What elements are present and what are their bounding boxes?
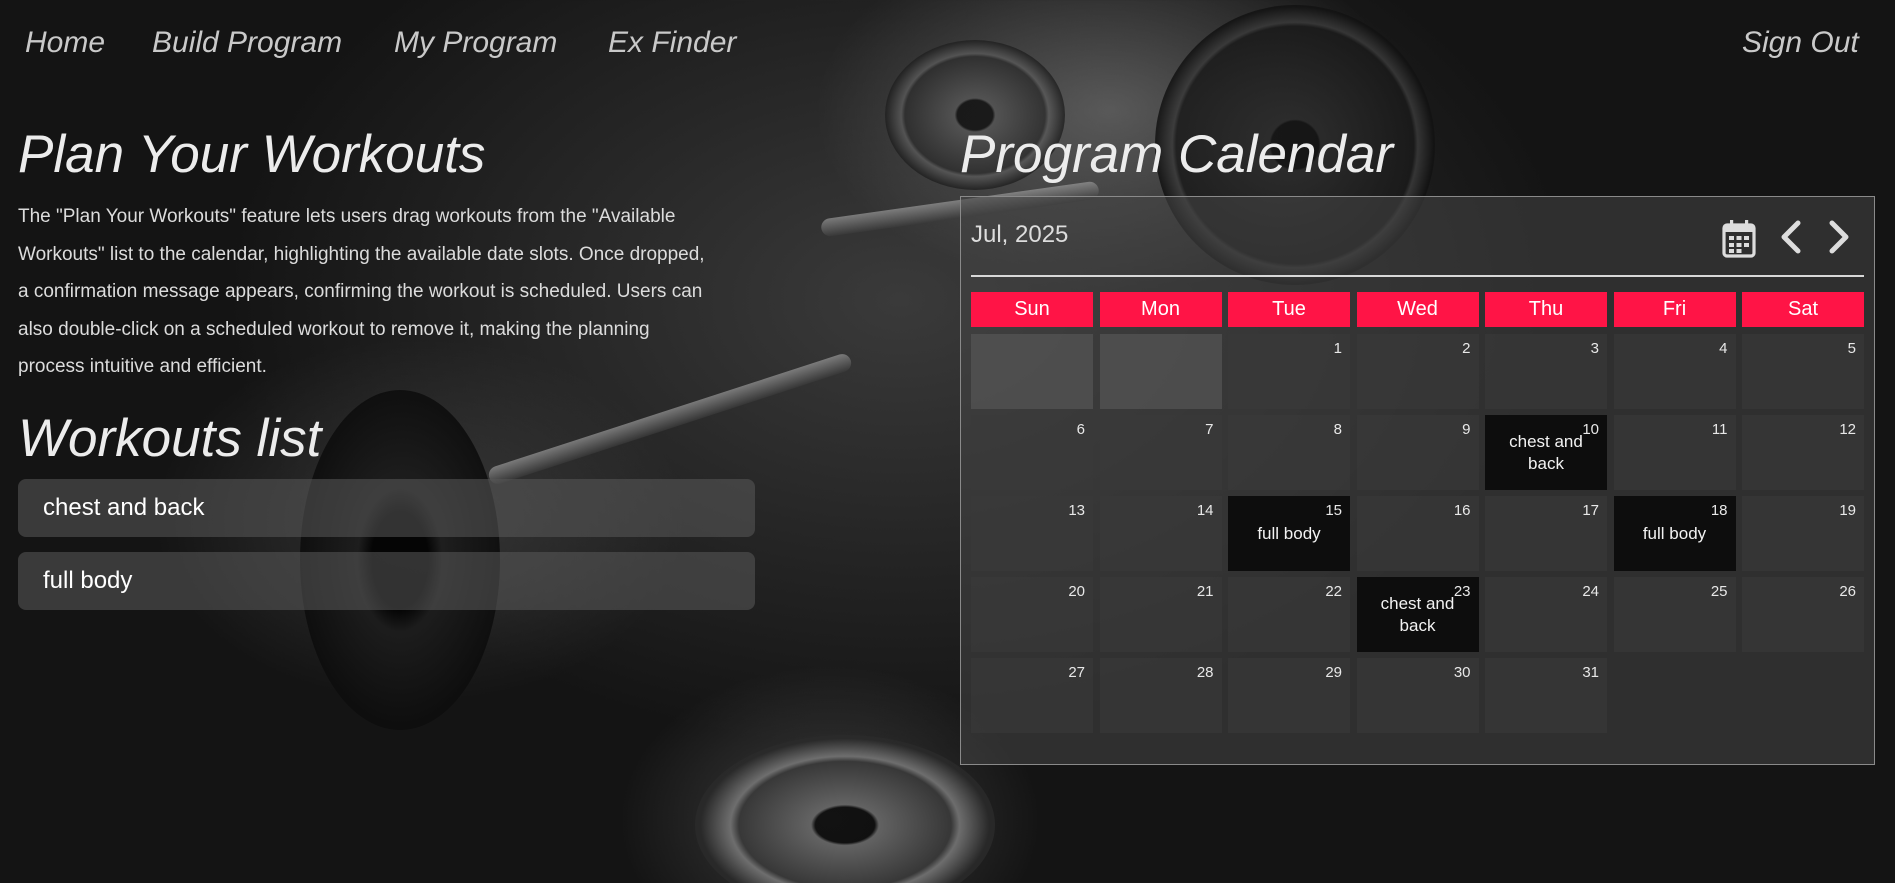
day-number: 21 [1196,583,1214,600]
calendar-day-cell[interactable]: chest and back 10 [1485,415,1607,490]
workout-item-chest-and-back[interactable]: chest and back [18,479,755,537]
calendar-day-cell[interactable]: 25 [1613,577,1736,652]
calendar-day-cell[interactable]: 30 [1356,658,1479,733]
program-calendar: Jul, 2025 Sun Mon Tue Wed Thu Fri Sat 12345678… [960,196,1875,765]
day-number: 6 [1076,421,1085,438]
day-number: 20 [1068,583,1085,600]
day-number: 23 [1453,583,1471,600]
weekday-header-thu: Thu [1485,292,1607,327]
calendar-day-cell[interactable]: 31 [1485,658,1607,733]
weekday-header-wed: Wed [1356,292,1479,327]
day-number: 1 [1333,340,1342,357]
calendar-day-cell[interactable]: 6 [971,415,1093,490]
workout-item-full-body[interactable]: full body [18,552,755,610]
day-number: 12 [1839,421,1856,438]
weekday-header-sun: Sun [971,292,1093,327]
calendar-day-cell[interactable]: 7 [1099,415,1222,490]
day-number: 4 [1719,340,1728,357]
day-number: 31 [1582,664,1599,681]
day-number: 25 [1710,583,1728,600]
day-number: 9 [1462,421,1471,438]
calendar-month-label: Jul, 2025 [971,221,1069,248]
calendar-day-cell[interactable]: 5 [1742,334,1864,409]
nav-my-program-link[interactable]: My Program [394,26,557,60]
day-number: 14 [1196,502,1214,519]
calendar-day-cell[interactable]: 14 [1099,496,1222,571]
calendar-day-cell[interactable]: 27 [971,658,1093,733]
day-number: 13 [1068,502,1085,519]
calendar-day-cell[interactable]: 26 [1742,577,1864,652]
day-number: 29 [1325,664,1342,681]
calendar-day-cell[interactable]: 3 [1485,334,1607,409]
calendar-day-cell[interactable]: 19 [1742,496,1864,571]
calendar-day-cell[interactable]: chest and back 23 [1356,577,1479,652]
calendar-day-cell[interactable]: full body 18 [1613,496,1736,571]
day-number: 24 [1582,583,1599,600]
chevron-left-icon[interactable] [1771,215,1811,259]
calendar-empty-cell [971,334,1093,409]
calendar-day-cell[interactable]: 17 [1485,496,1607,571]
day-number: 2 [1462,340,1471,357]
calendar-empty-cell [1742,658,1864,733]
calendar-day-cell[interactable]: 28 [1099,658,1222,733]
calendar-toolbar: Jul, 2025 [971,215,1864,277]
calendar-day-cell[interactable]: 24 [1485,577,1607,652]
calendar-day-cell[interactable]: 4 [1613,334,1736,409]
plan-workouts-description: The "Plan Your Workouts" feature lets us… [18,206,705,377]
weekday-header-fri: Fri [1613,292,1736,327]
day-number: 3 [1590,340,1599,357]
day-number: 18 [1710,502,1728,519]
calendar-day-cell[interactable]: 8 [1228,415,1350,490]
day-number: 30 [1453,664,1471,681]
day-number: 27 [1068,664,1085,681]
calendar-empty-cell [1099,334,1222,409]
sign-out-link[interactable]: Sign Out [1742,26,1859,60]
calendar-day-cell[interactable]: 12 [1742,415,1864,490]
calendar-day-cell[interactable]: 1 [1228,334,1350,409]
day-number: 8 [1333,421,1342,438]
day-number: 15 [1325,502,1342,519]
workouts-list-title: Workouts list [18,409,322,468]
nav-home-link[interactable]: Home [25,26,105,60]
calendar-day-cell[interactable]: 13 [971,496,1093,571]
background-weight-plate [695,735,995,883]
day-number: 5 [1847,340,1856,357]
plan-workouts-title: Plan Your Workouts [18,125,486,184]
calendar-icon[interactable] [1719,217,1759,261]
calendar-day-cell[interactable]: 20 [971,577,1093,652]
day-number: 10 [1582,421,1599,438]
nav-build-program-link[interactable]: Build Program [152,26,342,60]
calendar-day-cell[interactable]: full body 15 [1228,496,1350,571]
nav-ex-finder-link[interactable]: Ex Finder [608,26,736,60]
calendar-day-cell[interactable]: 29 [1228,658,1350,733]
calendar-day-cell[interactable]: 21 [1099,577,1222,652]
day-number: 11 [1711,421,1728,438]
calendar-day-cell[interactable]: 22 [1228,577,1350,652]
day-number: 22 [1325,583,1342,600]
program-calendar-title: Program Calendar [960,125,1394,184]
calendar-day-cell[interactable]: 9 [1356,415,1479,490]
calendar-empty-cell [1614,658,1736,733]
weekday-header-tue: Tue [1228,292,1350,327]
weekday-header-mon: Mon [1099,292,1222,327]
weekday-header-sat: Sat [1742,292,1864,327]
day-number: 26 [1839,583,1856,600]
day-number: 16 [1453,502,1471,519]
chevron-right-icon[interactable] [1819,215,1859,259]
calendar-day-cell[interactable]: 16 [1356,496,1479,571]
day-number: 19 [1839,502,1856,519]
calendar-day-cell[interactable]: 2 [1356,334,1479,409]
day-number: 28 [1196,664,1214,681]
day-number: 7 [1205,421,1214,438]
calendar-day-cell[interactable]: 11 [1613,415,1736,490]
top-nav: Home Build Program My Program Ex Finder … [0,0,1895,88]
day-number: 17 [1582,502,1599,519]
